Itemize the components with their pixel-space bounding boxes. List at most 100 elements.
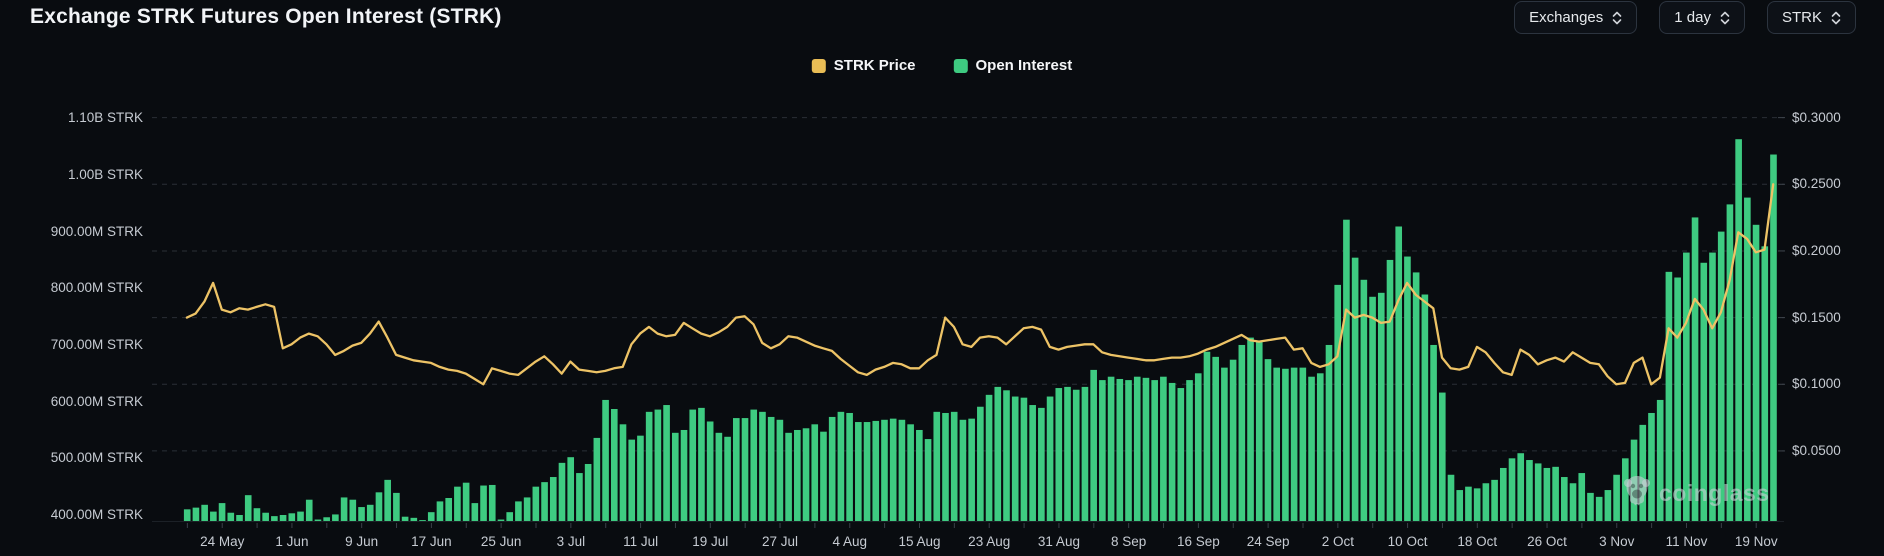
open-interest-bar[interactable] <box>1378 293 1385 521</box>
open-interest-bar[interactable] <box>602 400 609 521</box>
open-interest-bar[interactable] <box>1456 490 1463 521</box>
open-interest-bar[interactable] <box>367 505 374 521</box>
open-interest-bar[interactable] <box>437 501 444 521</box>
open-interest-bar[interactable] <box>1483 483 1490 521</box>
open-interest-bar[interactable] <box>288 513 295 521</box>
open-interest-bar[interactable] <box>864 422 871 521</box>
open-interest-bar[interactable] <box>707 421 714 521</box>
open-interest-bar[interactable] <box>594 438 601 521</box>
open-interest-bar[interactable] <box>1587 493 1594 521</box>
open-interest-bar[interactable] <box>1012 397 1019 521</box>
open-interest-bar[interactable] <box>855 422 862 521</box>
open-interest-bar[interactable] <box>977 407 984 521</box>
open-interest-bar[interactable] <box>245 495 252 521</box>
open-interest-bar[interactable] <box>1596 497 1603 521</box>
open-interest-bar[interactable] <box>350 500 357 521</box>
open-interest-bar[interactable] <box>184 509 191 521</box>
open-interest-bar[interactable] <box>402 517 409 521</box>
open-interest-bar[interactable] <box>1674 278 1681 521</box>
open-interest-bar[interactable] <box>1195 373 1202 521</box>
open-interest-bar[interactable] <box>1247 338 1254 521</box>
open-interest-bar[interactable] <box>1622 458 1629 521</box>
open-interest-bar[interactable] <box>271 516 278 521</box>
open-interest-bar[interactable] <box>1143 378 1150 521</box>
open-interest-bar[interactable] <box>1727 204 1734 521</box>
open-interest-bar[interactable] <box>759 412 766 521</box>
open-interest-bar[interactable] <box>890 419 897 521</box>
open-interest-bar[interactable] <box>1308 377 1315 521</box>
open-interest-bar[interactable] <box>323 517 330 521</box>
open-interest-bar[interactable] <box>1465 487 1472 521</box>
open-interest-bar[interactable] <box>1761 246 1768 521</box>
open-interest-bar[interactable] <box>1117 379 1124 521</box>
open-interest-bar[interactable] <box>454 487 461 521</box>
open-interest-bar[interactable] <box>1055 388 1062 521</box>
open-interest-bar[interactable] <box>1500 468 1507 521</box>
open-interest-bar[interactable] <box>933 412 940 521</box>
open-interest-bar[interactable] <box>1047 397 1054 521</box>
open-interest-bar[interactable] <box>1186 380 1193 521</box>
open-interest-bar[interactable] <box>254 508 261 521</box>
open-interest-bar[interactable] <box>655 410 662 521</box>
open-interest-bar[interactable] <box>1029 405 1036 521</box>
open-interest-bar[interactable] <box>1151 380 1158 521</box>
open-interest-bar[interactable] <box>1544 468 1551 521</box>
open-interest-bar[interactable] <box>872 421 879 521</box>
open-interest-bar[interactable] <box>1578 473 1585 521</box>
open-interest-bar[interactable] <box>1160 377 1167 521</box>
open-interest-bar[interactable] <box>899 420 906 521</box>
open-interest-bar[interactable] <box>358 507 365 521</box>
open-interest-bar[interactable] <box>1064 387 1071 521</box>
open-interest-bar[interactable] <box>1718 232 1725 521</box>
open-interest-bar[interactable] <box>1448 475 1455 521</box>
open-interest-bar[interactable] <box>1744 198 1751 521</box>
open-interest-bar[interactable] <box>681 430 688 521</box>
open-interest-bar[interactable] <box>1343 220 1350 521</box>
open-interest-bar[interactable] <box>794 430 801 521</box>
open-interest-bar[interactable] <box>1404 257 1411 521</box>
open-interest-bar[interactable] <box>1430 345 1437 521</box>
open-interest-bar[interactable] <box>306 500 313 521</box>
open-interest-bar[interactable] <box>498 520 505 521</box>
open-interest-bar[interactable] <box>262 513 269 521</box>
open-interest-bar[interactable] <box>942 413 949 521</box>
open-interest-bar[interactable] <box>1317 373 1324 521</box>
open-interest-bar[interactable] <box>820 432 827 521</box>
open-interest-bar[interactable] <box>960 420 967 521</box>
open-interest-bar[interactable] <box>628 440 635 521</box>
open-interest-bar[interactable] <box>1657 400 1664 521</box>
open-interest-bar[interactable] <box>515 501 522 521</box>
open-interest-bar[interactable] <box>585 464 592 521</box>
open-interest-bar[interactable] <box>524 497 531 521</box>
open-interest-bar[interactable] <box>445 498 452 521</box>
open-interest-bar[interactable] <box>1326 345 1333 521</box>
chart-plot-area[interactable] <box>0 0 1884 556</box>
open-interest-bar[interactable] <box>742 418 749 521</box>
open-interest-bar[interactable] <box>411 518 418 521</box>
open-interest-bar[interactable] <box>1517 453 1524 521</box>
open-interest-bar[interactable] <box>646 412 653 521</box>
open-interest-bar[interactable] <box>201 505 208 521</box>
open-interest-bar[interactable] <box>1099 380 1106 521</box>
open-interest-bar[interactable] <box>1413 272 1420 521</box>
open-interest-bar[interactable] <box>472 503 479 521</box>
open-interest-bar[interactable] <box>1666 272 1673 521</box>
open-interest-bar[interactable] <box>332 514 339 521</box>
open-interest-bar[interactable] <box>846 413 853 521</box>
open-interest-bar[interactable] <box>567 457 574 521</box>
open-interest-bar[interactable] <box>1395 227 1402 522</box>
open-interest-bar[interactable] <box>968 419 975 521</box>
open-interest-bar[interactable] <box>1265 359 1272 521</box>
strk-price-line[interactable] <box>187 184 1773 384</box>
open-interest-bar[interactable] <box>733 418 740 521</box>
open-interest-bar[interactable] <box>1648 413 1655 521</box>
open-interest-bar[interactable] <box>376 492 383 521</box>
open-interest-bar[interactable] <box>227 513 234 521</box>
open-interest-bar[interactable] <box>1090 370 1097 521</box>
open-interest-bar[interactable] <box>689 410 696 521</box>
open-interest-bar[interactable] <box>907 424 914 521</box>
open-interest-bar[interactable] <box>1692 217 1699 521</box>
open-interest-bar[interactable] <box>1038 408 1045 521</box>
open-interest-bar[interactable] <box>550 477 557 521</box>
open-interest-bar[interactable] <box>620 424 627 521</box>
